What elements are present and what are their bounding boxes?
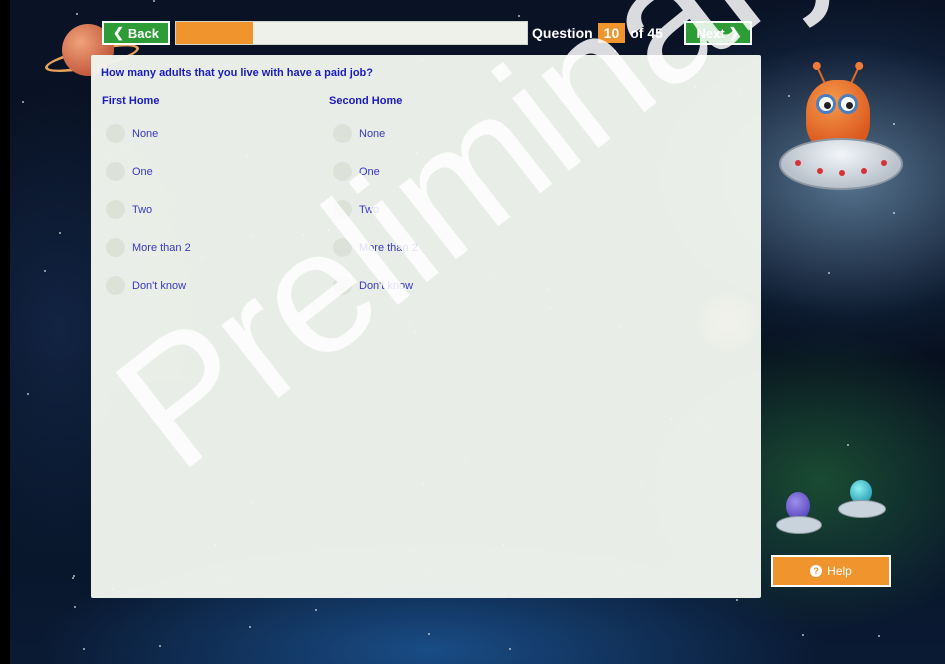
star [893,212,895,214]
star [788,95,790,97]
radio-button[interactable] [333,124,352,143]
option-label: Two [359,203,380,216]
ufo-light [839,170,845,176]
first-home-column: First Home None One Two More than 2 Don'… [102,95,191,314]
alien-eye [838,94,858,114]
star [59,232,61,234]
star [614,50,616,52]
star [153,0,155,2]
option-label: Two [132,203,153,216]
radio-option-second-one[interactable]: One [329,162,418,181]
option-label: One [359,165,380,178]
ufo-light [881,160,887,166]
star [802,634,804,636]
star [878,635,880,637]
star [847,444,849,446]
radio-option-second-more-than-2[interactable]: More than 2 [329,238,418,257]
progress-bar-fill [176,22,254,44]
progress-bar [175,21,528,45]
radio-button[interactable] [106,200,125,219]
star [736,599,738,601]
alien-eye [816,94,836,114]
chevron-left-icon: ❮ [113,25,124,40]
star [518,15,520,17]
ufo-light [861,168,867,174]
radio-option-second-two[interactable]: Two [329,200,418,219]
radio-button[interactable] [333,276,352,295]
radio-option-second-dont-know[interactable]: Don't know [329,276,418,295]
star [893,123,895,125]
star [249,626,251,628]
star [74,606,76,608]
radio-option-first-dont-know[interactable]: Don't know [102,276,191,295]
option-label: None [359,127,386,140]
column-title-first-home: First Home [102,95,160,107]
second-home-column: Second Home None One Two More than 2 Don… [329,95,418,314]
radio-button[interactable] [333,238,352,257]
radio-button[interactable] [106,238,125,257]
star [83,648,85,650]
help-button-label: Help [827,564,852,578]
star [44,270,46,272]
radio-option-second-none[interactable]: None [329,124,418,143]
small-ufo [838,500,886,518]
star [159,645,161,647]
star [72,577,74,579]
option-label: Don't know [359,279,414,292]
radio-option-first-two[interactable]: Two [102,200,191,219]
ufo-ship [779,138,903,190]
question-panel: How many adults that you live with have … [91,55,761,598]
back-button-label: Back [127,25,159,41]
star [428,633,430,635]
question-text: How many adults that you live with have … [101,67,373,79]
next-button[interactable]: Next ❯ [684,21,752,45]
ufo-light [817,168,823,174]
left-edge-bar [0,0,10,664]
star [27,393,29,395]
radio-button[interactable] [333,200,352,219]
star [315,609,317,611]
star [828,272,830,274]
question-counter-total: of 45 [630,25,663,41]
question-number-badge: 10 [597,23,626,43]
question-circle-icon: ? [810,565,823,577]
option-label: None [132,127,159,140]
radio-option-first-none[interactable]: None [102,124,191,143]
chevron-right-icon: ❯ [728,25,740,40]
option-label: More than 2 [132,241,191,254]
ufo-light [795,160,801,166]
radio-button[interactable] [106,276,125,295]
column-title-second-home: Second Home [329,95,403,107]
radio-option-first-more-than-2[interactable]: More than 2 [102,238,191,257]
option-label: One [132,165,153,178]
radio-option-first-one[interactable]: One [102,162,191,181]
back-button[interactable]: ❮ Back [102,21,170,45]
next-button-label: Next [696,25,725,41]
question-counter: Question 10 of 45 [532,21,663,45]
small-ufo [776,516,822,534]
question-counter-prefix: Question [532,25,593,41]
star [509,648,511,650]
radio-button[interactable] [333,162,352,181]
radio-button[interactable] [106,124,125,143]
option-label: More than 2 [359,241,418,254]
star [76,13,78,15]
option-label: Don't know [132,279,187,292]
help-button[interactable]: ? Help [771,555,891,587]
star [22,101,24,103]
radio-button[interactable] [106,162,125,181]
